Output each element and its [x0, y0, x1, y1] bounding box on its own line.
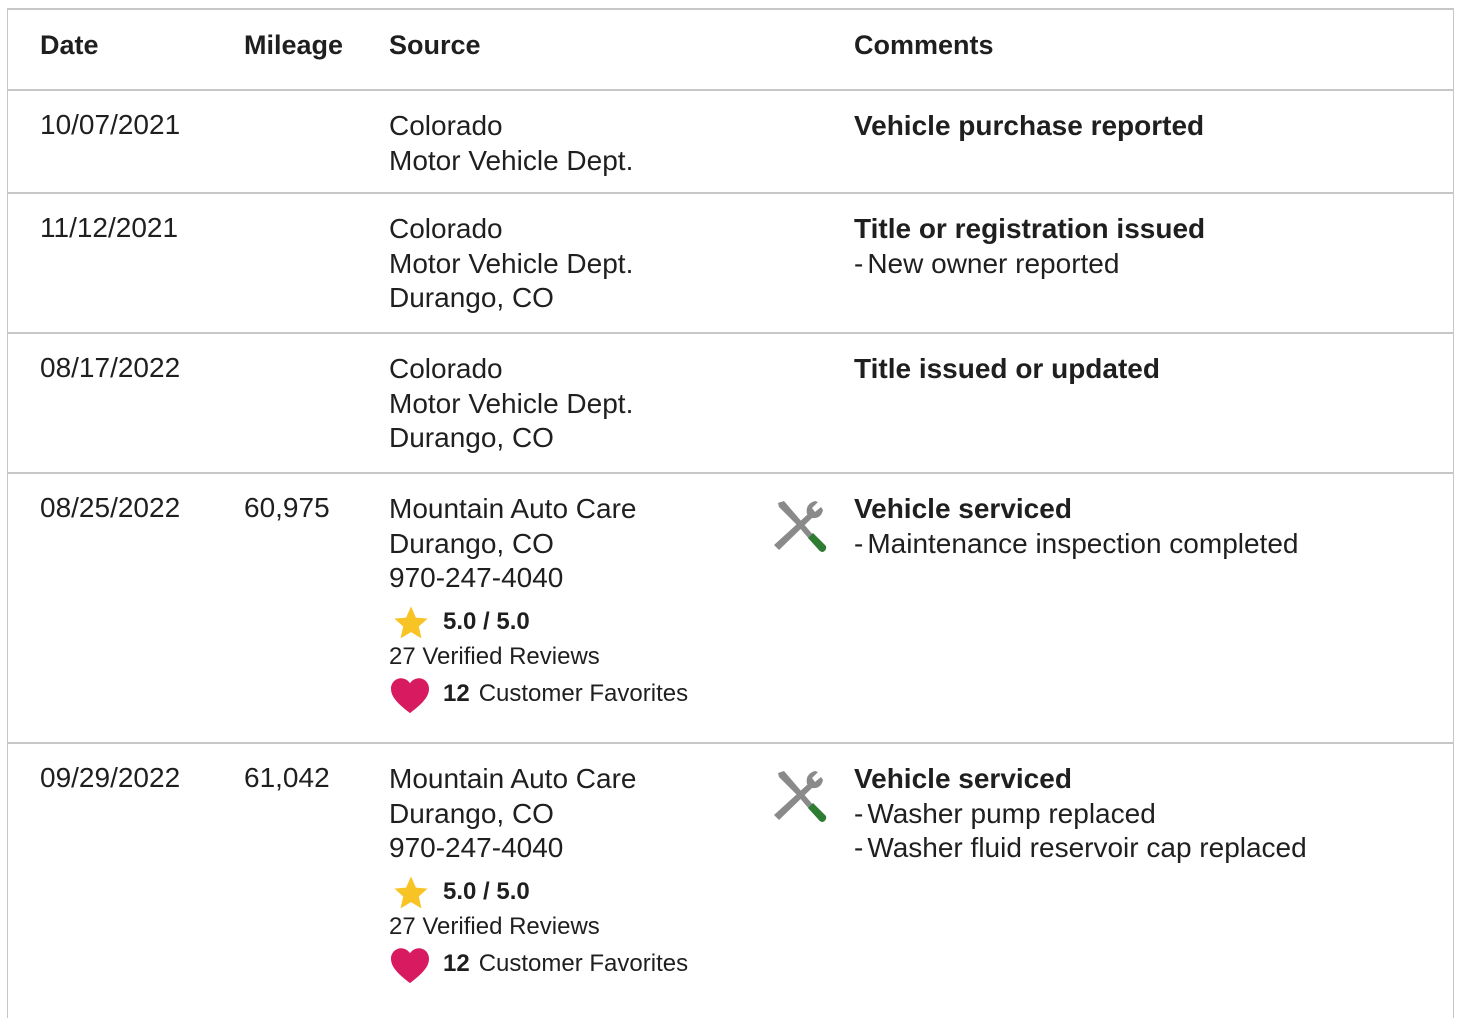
- row-date: 11/12/2021: [40, 212, 179, 243]
- table-row: 08/17/2022 Colorado Motor Vehicle Dept. …: [8, 334, 1453, 474]
- comment-item: - New owner reported: [854, 247, 1120, 279]
- source-line: Durango, CO: [389, 797, 554, 829]
- star-icon: [394, 875, 428, 908]
- vehicle-history-table: Date Mileage Source Comments 10/07/2021 …: [7, 8, 1454, 1018]
- comment-item: - Washer pump replaced: [854, 797, 1156, 829]
- favorites-count: 12: [443, 950, 470, 978]
- row-date: 09/29/2022: [40, 762, 181, 793]
- source-line: Mountain Auto Care: [389, 763, 637, 794]
- row-source: Colorado Motor Vehicle Dept. Durango, CO: [389, 212, 633, 316]
- row-date: 10/07/2021: [40, 109, 181, 140]
- source-line: Durango, CO: [389, 527, 554, 559]
- shop-rating: 5.0 / 5.0: [389, 604, 688, 642]
- heart-icon: [391, 677, 429, 713]
- comment-title: Vehicle serviced: [854, 493, 1072, 524]
- comment-title: Title or registration issued: [854, 213, 1206, 244]
- source-phone[interactable]: 970-247-4040: [389, 831, 688, 866]
- verified-reviews-link[interactable]: 27 Verified Reviews: [389, 912, 688, 942]
- table-row: 11/12/2021 Colorado Motor Vehicle Dept. …: [8, 194, 1453, 334]
- source-line: Colorado: [389, 110, 503, 141]
- favorites-count: 12: [443, 680, 470, 708]
- row-source: Colorado Motor Vehicle Dept. Durango, CO: [389, 352, 633, 456]
- comment-item: - Maintenance inspection completed: [854, 527, 1299, 559]
- row-mileage: 60,975: [244, 492, 330, 523]
- table-header: Date Mileage Source Comments: [8, 10, 1453, 91]
- row-date: 08/25/2022: [40, 492, 181, 523]
- row-comments: Title or registration issued - New owner …: [854, 212, 1205, 281]
- table-row: 10/07/2021 Colorado Motor Vehicle Dept. …: [8, 91, 1453, 194]
- source-line: Colorado: [389, 353, 503, 384]
- row-comments: Vehicle serviced - Maintenance inspection…: [854, 492, 1298, 561]
- shop-rating: 5.0 / 5.0: [389, 874, 688, 912]
- customer-favorites: 12 Customer Favorites: [389, 676, 688, 714]
- header-date: Date: [40, 30, 99, 60]
- comment-title: Title issued or updated: [854, 353, 1160, 384]
- heart-icon: [391, 947, 429, 983]
- favorites-label: Customer Favorites: [478, 950, 689, 978]
- service-tools-icon: [774, 501, 827, 552]
- row-source: Mountain Auto Care Durango, CO 970-247-4…: [389, 762, 688, 984]
- row-mileage: 61,042: [244, 762, 330, 793]
- row-comments: Vehicle serviced - Washer pump replaced -…: [854, 762, 1307, 866]
- header-source: Source: [389, 30, 481, 60]
- row-source: Mountain Auto Care Durango, CO 970-247-4…: [389, 492, 688, 714]
- source-line: Durango, CO: [389, 282, 554, 313]
- comment-title: Vehicle serviced: [854, 763, 1072, 794]
- favorites-label: Customer Favorites: [478, 680, 689, 708]
- rating-score: 5.0 / 5.0: [443, 608, 530, 636]
- source-line: Motor Vehicle Dept.: [389, 247, 634, 279]
- row-comments: Vehicle purchase reported: [854, 109, 1204, 144]
- table-row: 09/29/2022 61,042 Mountain Auto Care Dur…: [8, 744, 1453, 1034]
- rating-score: 5.0 / 5.0: [443, 878, 530, 906]
- table-row: 08/25/2022 60,975 Mountain Auto Care Dur…: [8, 474, 1453, 744]
- customer-favorites: 12 Customer Favorites: [389, 946, 688, 984]
- comment-item: - Washer fluid reservoir cap replaced: [854, 832, 1307, 863]
- source-phone[interactable]: 970-247-4040: [389, 561, 688, 596]
- header-mileage: Mileage: [244, 30, 344, 60]
- comment-title: Vehicle purchase reported: [854, 110, 1205, 141]
- source-line: Motor Vehicle Dept.: [389, 144, 634, 176]
- verified-reviews-link[interactable]: 27 Verified Reviews: [389, 642, 688, 672]
- source-line: Durango, CO: [389, 422, 554, 453]
- star-icon: [394, 605, 428, 638]
- row-comments: Title issued or updated: [854, 352, 1160, 387]
- source-line: Colorado: [389, 213, 503, 244]
- header-comments: Comments: [854, 30, 994, 60]
- source-line: Motor Vehicle Dept.: [389, 387, 634, 419]
- row-date: 08/17/2022: [40, 352, 181, 383]
- row-source: Colorado Motor Vehicle Dept.: [389, 109, 633, 178]
- service-tools-icon: [774, 771, 827, 822]
- source-line: Mountain Auto Care: [389, 493, 637, 524]
